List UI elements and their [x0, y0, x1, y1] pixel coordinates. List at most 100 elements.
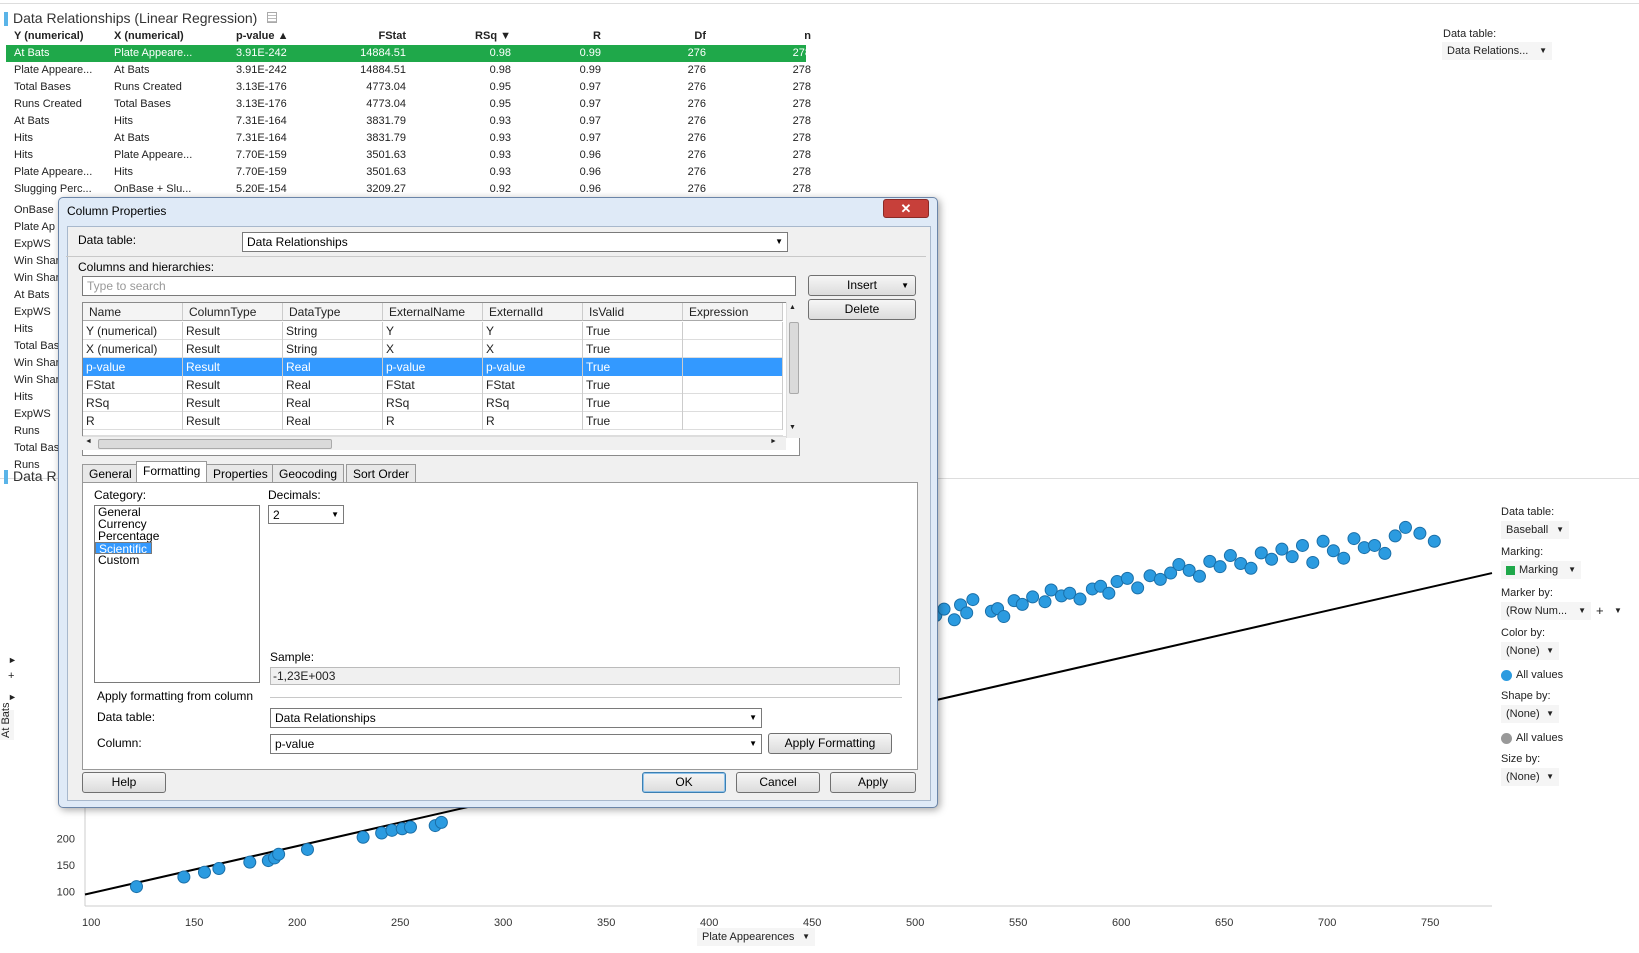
- grid-row[interactable]: p-value Result Real p-value p-value True: [83, 358, 783, 376]
- data-point[interactable]: [434, 815, 448, 829]
- data-point[interactable]: [947, 613, 961, 627]
- data-table-select[interactable]: Data Relationships ▼: [242, 232, 788, 252]
- data-point[interactable]: [1398, 520, 1412, 534]
- delete-button[interactable]: Delete: [808, 299, 916, 320]
- col-header[interactable]: FStat: [311, 28, 407, 45]
- table-row[interactable]: At Bats Plate Appeare... 3.91E-242 14884.51…: [6, 45, 811, 62]
- ok-button[interactable]: OK: [642, 772, 726, 793]
- tab-general[interactable]: General: [82, 464, 139, 484]
- grid-row[interactable]: R Result Real R R True: [83, 412, 783, 430]
- table-row[interactable]: Hits At Bats 7.31E-164 3831.79 0.93 0.97 276 27…: [6, 130, 811, 147]
- col-header[interactable]: Df: [606, 28, 706, 45]
- data-point[interactable]: [1244, 561, 1258, 575]
- table-row[interactable]: Slugging Perc... OnBase + Slu... 5.20E-154…: [6, 181, 811, 198]
- close-button[interactable]: ✕: [883, 199, 929, 218]
- data-point[interactable]: [1026, 590, 1040, 604]
- category-item[interactable]: Scientific: [95, 542, 153, 555]
- data-point[interactable]: [966, 593, 980, 607]
- data-point[interactable]: [272, 847, 286, 861]
- table-row[interactable]: At Bats Hits 7.31E-164 3831.79 0.93 0.97 276 27…: [6, 113, 811, 130]
- data-point[interactable]: [1316, 534, 1330, 548]
- grid-row[interactable]: FStat Result Real FStat FStat True: [83, 376, 783, 394]
- scroll-down-icon[interactable]: ▼: [789, 424, 796, 431]
- table-icon[interactable]: [267, 12, 277, 23]
- marker-by-dropdown[interactable]: (Row Num... ▼: [1501, 602, 1591, 620]
- data-point[interactable]: [1347, 532, 1361, 546]
- data-point[interactable]: [1038, 595, 1052, 609]
- data-point[interactable]: [403, 820, 417, 834]
- grid-col-header[interactable]: IsValid: [583, 303, 683, 321]
- col-header[interactable]: n: [711, 28, 811, 45]
- data-point[interactable]: [937, 602, 951, 616]
- data-point[interactable]: [960, 606, 974, 620]
- table-row[interactable]: Plate Appeare... Hits 7.70E-159 3501.63 0.93…: [6, 164, 811, 181]
- col-header[interactable]: X (numerical): [114, 28, 214, 45]
- help-button[interactable]: Help: [82, 772, 166, 793]
- col-header[interactable]: R: [511, 28, 601, 45]
- grid-col-header[interactable]: Expression: [683, 303, 783, 321]
- data-point[interactable]: [997, 610, 1011, 624]
- category-list[interactable]: GeneralCurrencyPercentageScientificNumbe…: [94, 505, 260, 683]
- grid-col-header[interactable]: Name: [83, 303, 183, 321]
- scroll-left-icon[interactable]: ◄: [85, 438, 92, 445]
- grid-row[interactable]: Y (numerical) Result String Y Y True: [83, 322, 783, 340]
- data-point[interactable]: [177, 870, 191, 884]
- apply-column-select[interactable]: p-value ▼: [270, 734, 762, 754]
- tab-sort-order[interactable]: Sort Order: [346, 464, 417, 484]
- data-point[interactable]: [197, 865, 211, 879]
- data-point[interactable]: [1265, 552, 1279, 566]
- horizontal-scrollbar[interactable]: ◄ ►: [82, 436, 786, 450]
- data-point[interactable]: [1368, 538, 1382, 552]
- grid-col-header[interactable]: ColumnType: [183, 303, 283, 321]
- scroll-thumb[interactable]: [789, 322, 799, 394]
- color-legend-item[interactable]: All values: [1501, 669, 1563, 681]
- table-row[interactable]: Total Bases Runs Created 3.13E-176 4773.04 0…: [6, 79, 811, 96]
- data-point[interactable]: [1192, 569, 1206, 583]
- add-icon[interactable]: +: [1596, 603, 1604, 618]
- cancel-button[interactable]: Cancel: [736, 772, 820, 793]
- data-point[interactable]: [243, 855, 257, 869]
- data-point[interactable]: [356, 830, 370, 844]
- apply-button[interactable]: Apply: [830, 772, 916, 793]
- data-point[interactable]: [1275, 542, 1289, 556]
- scroll-right-icon[interactable]: ►: [770, 438, 777, 445]
- data-point[interactable]: [300, 842, 314, 856]
- decimals-select[interactable]: 2 ▼: [268, 505, 344, 524]
- data-table-dropdown[interactable]: Baseball ▼: [1501, 521, 1569, 539]
- table-row[interactable]: Plate Appeare... At Bats 3.91E-242 14884.51…: [6, 62, 811, 79]
- grid-row[interactable]: X (numerical) Result String X X True: [83, 340, 783, 358]
- vertical-scrollbar[interactable]: ▲ ▼: [786, 302, 800, 438]
- data-point[interactable]: [1285, 550, 1299, 564]
- apply-formatting-button[interactable]: Apply Formatting: [768, 733, 892, 754]
- data-point[interactable]: [130, 880, 144, 894]
- data-point[interactable]: [1131, 581, 1145, 595]
- data-point[interactable]: [1306, 555, 1320, 569]
- grid-row[interactable]: RSq Result Real RSq RSq True: [83, 394, 783, 412]
- data-point[interactable]: [1337, 551, 1351, 565]
- grid-col-header[interactable]: DataType: [283, 303, 383, 321]
- column-search-input[interactable]: Type to search: [82, 276, 796, 296]
- col-header[interactable]: RSq ▼: [426, 28, 511, 45]
- scroll-thumb[interactable]: [98, 439, 332, 449]
- scroll-up-icon[interactable]: ▲: [789, 304, 796, 311]
- data-point[interactable]: [1102, 586, 1116, 600]
- data-point[interactable]: [1413, 526, 1427, 540]
- size-by-dropdown[interactable]: (None) ▼: [1501, 768, 1559, 786]
- color-by-dropdown[interactable]: (None) ▼: [1501, 642, 1559, 660]
- data-point[interactable]: [1378, 546, 1392, 560]
- tab-geocoding[interactable]: Geocoding: [272, 464, 345, 484]
- data-point[interactable]: [1388, 529, 1402, 543]
- chevron-down-icon[interactable]: ▼: [1614, 606, 1622, 615]
- marking-dropdown[interactable]: Marking ▼: [1501, 561, 1581, 579]
- data-point[interactable]: [1223, 549, 1237, 563]
- x-axis-selector[interactable]: Plate Appearences ▼: [697, 928, 815, 946]
- data-point[interactable]: [1213, 560, 1227, 574]
- data-point[interactable]: [1015, 597, 1029, 611]
- data-point[interactable]: [1326, 544, 1340, 558]
- top-data-table-dropdown[interactable]: Data Relations... ▼: [1442, 42, 1552, 60]
- insert-button[interactable]: Insert ▼: [808, 275, 916, 296]
- data-point[interactable]: [212, 862, 226, 876]
- data-point[interactable]: [1427, 534, 1441, 548]
- grid-col-header[interactable]: ExternalName: [383, 303, 483, 321]
- shape-by-dropdown[interactable]: (None) ▼: [1501, 705, 1559, 723]
